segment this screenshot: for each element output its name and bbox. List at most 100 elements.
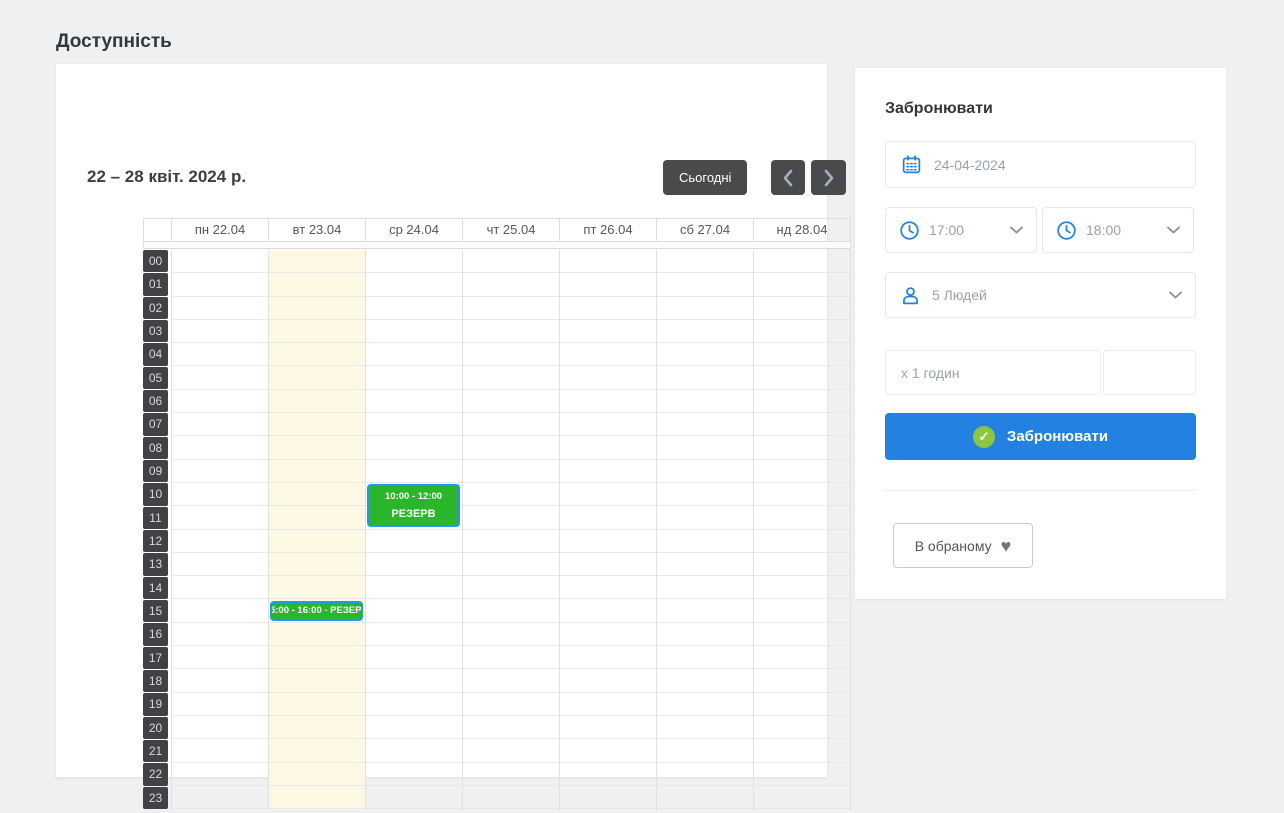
time-slot[interactable] [754, 716, 850, 739]
time-slot[interactable] [463, 530, 559, 553]
time-slot[interactable] [754, 693, 850, 716]
time-slot[interactable] [463, 506, 559, 529]
time-slot[interactable] [560, 297, 656, 320]
time-slot[interactable] [657, 483, 753, 506]
time-slot[interactable] [172, 297, 268, 320]
time-slot[interactable] [463, 599, 559, 622]
time-slot[interactable] [269, 366, 365, 389]
time-slot[interactable] [463, 366, 559, 389]
time-slot[interactable] [366, 320, 462, 343]
time-slot[interactable] [172, 483, 268, 506]
duration-input[interactable]: х 1 годин [885, 350, 1101, 395]
time-slot[interactable] [754, 786, 850, 809]
time-slot[interactable] [172, 273, 268, 296]
time-slot[interactable] [754, 623, 850, 646]
time-slot[interactable] [560, 553, 656, 576]
time-slot[interactable] [657, 716, 753, 739]
time-from-select[interactable]: 17:00 [885, 207, 1037, 253]
time-slot[interactable] [366, 250, 462, 273]
time-slot[interactable] [754, 273, 850, 296]
time-slot[interactable] [560, 343, 656, 366]
people-select[interactable]: 5 Людей [885, 272, 1196, 318]
time-slot[interactable] [657, 623, 753, 646]
time-slot[interactable] [269, 250, 365, 273]
time-slot[interactable] [269, 297, 365, 320]
time-slot[interactable] [560, 390, 656, 413]
time-slot[interactable] [463, 669, 559, 692]
time-slot[interactable] [172, 739, 268, 762]
today-button[interactable]: Сьогодні [663, 160, 747, 195]
time-slot[interactable] [269, 646, 365, 669]
time-slot[interactable] [366, 553, 462, 576]
next-week-button[interactable] [811, 160, 846, 195]
time-slot[interactable] [269, 530, 365, 553]
time-slot[interactable] [657, 576, 753, 599]
time-slot[interactable] [172, 693, 268, 716]
time-slot[interactable] [657, 646, 753, 669]
time-slot[interactable] [560, 646, 656, 669]
time-slot[interactable] [269, 320, 365, 343]
time-slot[interactable] [754, 460, 850, 483]
time-slot[interactable] [463, 786, 559, 809]
time-slot[interactable] [269, 506, 365, 529]
favorites-button[interactable]: В обраному ♥ [893, 523, 1033, 568]
time-slot[interactable] [172, 576, 268, 599]
time-slot[interactable] [463, 390, 559, 413]
time-slot[interactable] [366, 739, 462, 762]
time-slot[interactable] [560, 576, 656, 599]
time-slot[interactable] [463, 436, 559, 459]
time-slot[interactable] [657, 693, 753, 716]
time-slot[interactable] [560, 273, 656, 296]
time-slot[interactable] [172, 343, 268, 366]
calendar-event-0[interactable]: 10:00 - 12:00РЕЗЕРВ [367, 484, 460, 527]
time-slot[interactable] [269, 623, 365, 646]
duration-extra-box[interactable] [1103, 350, 1196, 395]
time-slot[interactable] [366, 669, 462, 692]
time-slot[interactable] [269, 693, 365, 716]
time-slot[interactable] [463, 739, 559, 762]
time-slot[interactable] [754, 599, 850, 622]
time-slot[interactable] [657, 460, 753, 483]
time-slot[interactable] [269, 390, 365, 413]
prev-week-button[interactable] [771, 160, 805, 195]
time-slot[interactable] [172, 763, 268, 786]
time-slot[interactable] [463, 576, 559, 599]
time-slot[interactable] [463, 250, 559, 273]
time-slot[interactable] [366, 599, 462, 622]
time-slot[interactable] [657, 297, 753, 320]
time-slot[interactable] [269, 576, 365, 599]
time-slot[interactable] [754, 320, 850, 343]
time-slot[interactable] [269, 669, 365, 692]
time-slot[interactable] [657, 436, 753, 459]
time-slot[interactable] [366, 343, 462, 366]
time-slot[interactable] [657, 250, 753, 273]
time-slot[interactable] [269, 716, 365, 739]
time-slot[interactable] [754, 553, 850, 576]
time-slot[interactable] [463, 716, 559, 739]
time-slot[interactable] [269, 739, 365, 762]
time-slot[interactable] [269, 436, 365, 459]
time-slot[interactable] [269, 460, 365, 483]
time-slot[interactable] [560, 530, 656, 553]
time-slot[interactable] [366, 530, 462, 553]
time-slot[interactable] [366, 576, 462, 599]
time-slot[interactable] [754, 297, 850, 320]
time-slot[interactable] [366, 366, 462, 389]
time-slot[interactable] [657, 413, 753, 436]
time-slot[interactable] [172, 390, 268, 413]
time-slot[interactable] [269, 413, 365, 436]
time-slot[interactable] [560, 623, 656, 646]
time-slot[interactable] [754, 739, 850, 762]
time-slot[interactable] [463, 553, 559, 576]
time-slot[interactable] [463, 623, 559, 646]
time-slot[interactable] [560, 693, 656, 716]
time-slot[interactable] [269, 786, 365, 809]
time-slot[interactable] [366, 297, 462, 320]
time-slot[interactable] [657, 506, 753, 529]
time-slot[interactable] [657, 739, 753, 762]
time-slot[interactable] [657, 786, 753, 809]
time-slot[interactable] [560, 320, 656, 343]
time-slot[interactable] [172, 530, 268, 553]
time-slot[interactable] [657, 343, 753, 366]
time-slot[interactable] [463, 763, 559, 786]
